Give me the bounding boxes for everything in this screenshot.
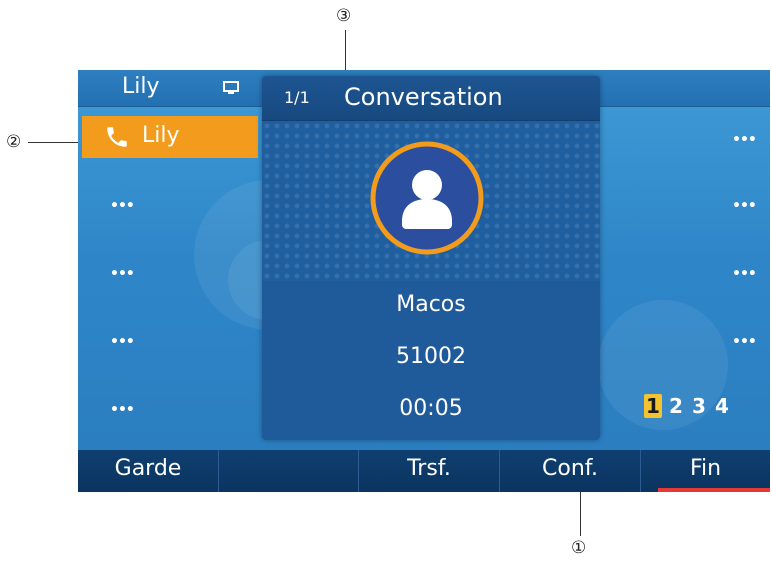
avatar-area bbox=[262, 121, 600, 281]
callout-3-line bbox=[345, 30, 346, 70]
contact-avatar-icon bbox=[370, 141, 484, 255]
callout-1: ① bbox=[571, 538, 587, 558]
page-1[interactable]: 1 bbox=[644, 394, 662, 418]
account-name: Lily bbox=[122, 74, 160, 99]
phone-screen: Lily Lily ••• ••• ••• ••• ••• ••• ••• ••… bbox=[78, 70, 770, 492]
line-key-more[interactable]: ••• bbox=[732, 132, 757, 148]
line-key-more[interactable]: ••• bbox=[110, 198, 135, 214]
softkey-empty[interactable] bbox=[219, 450, 359, 492]
monitor-icon bbox=[223, 81, 239, 94]
line-key-lily[interactable]: Lily bbox=[82, 116, 258, 158]
end-call-indicator bbox=[658, 488, 770, 492]
phone-icon bbox=[107, 127, 127, 147]
call-title: Conversation bbox=[344, 83, 503, 111]
page-2[interactable]: 2 bbox=[667, 394, 685, 418]
page-4[interactable]: 4 bbox=[713, 394, 731, 418]
call-panel-header: 1/1 Conversation bbox=[262, 76, 600, 121]
page-3[interactable]: 3 bbox=[690, 394, 708, 418]
softkey-transfer[interactable]: Trsf. bbox=[359, 450, 500, 492]
call-panel: 1/1 Conversation Macos 51002 00:05 bbox=[262, 76, 600, 440]
line-key-more[interactable]: ••• bbox=[732, 198, 757, 214]
call-duration: 00:05 bbox=[399, 396, 463, 421]
line-key-more[interactable]: ••• bbox=[732, 266, 757, 282]
callout-3: ③ bbox=[336, 6, 352, 26]
call-count: 1/1 bbox=[284, 88, 310, 107]
line-key-more[interactable]: ••• bbox=[732, 334, 757, 350]
callout-1-line bbox=[580, 492, 581, 536]
callout-2: ② bbox=[6, 132, 22, 152]
page-indicator: 1234 bbox=[644, 394, 736, 418]
softkey-end[interactable]: Fin bbox=[641, 450, 770, 492]
softkey-bar: Garde Trsf. Conf. Fin bbox=[78, 450, 770, 492]
line-key-more[interactable]: ••• bbox=[110, 402, 135, 418]
softkey-conference[interactable]: Conf. bbox=[500, 450, 641, 492]
line-key-more[interactable]: ••• bbox=[110, 266, 135, 282]
line-key-more[interactable]: ••• bbox=[110, 334, 135, 350]
softkey-hold[interactable]: Garde bbox=[78, 450, 219, 492]
caller-number: 51002 bbox=[396, 344, 466, 369]
callout-2-line bbox=[28, 142, 82, 143]
caller-name: Macos bbox=[396, 292, 466, 317]
line-key-label: Lily bbox=[142, 123, 180, 148]
